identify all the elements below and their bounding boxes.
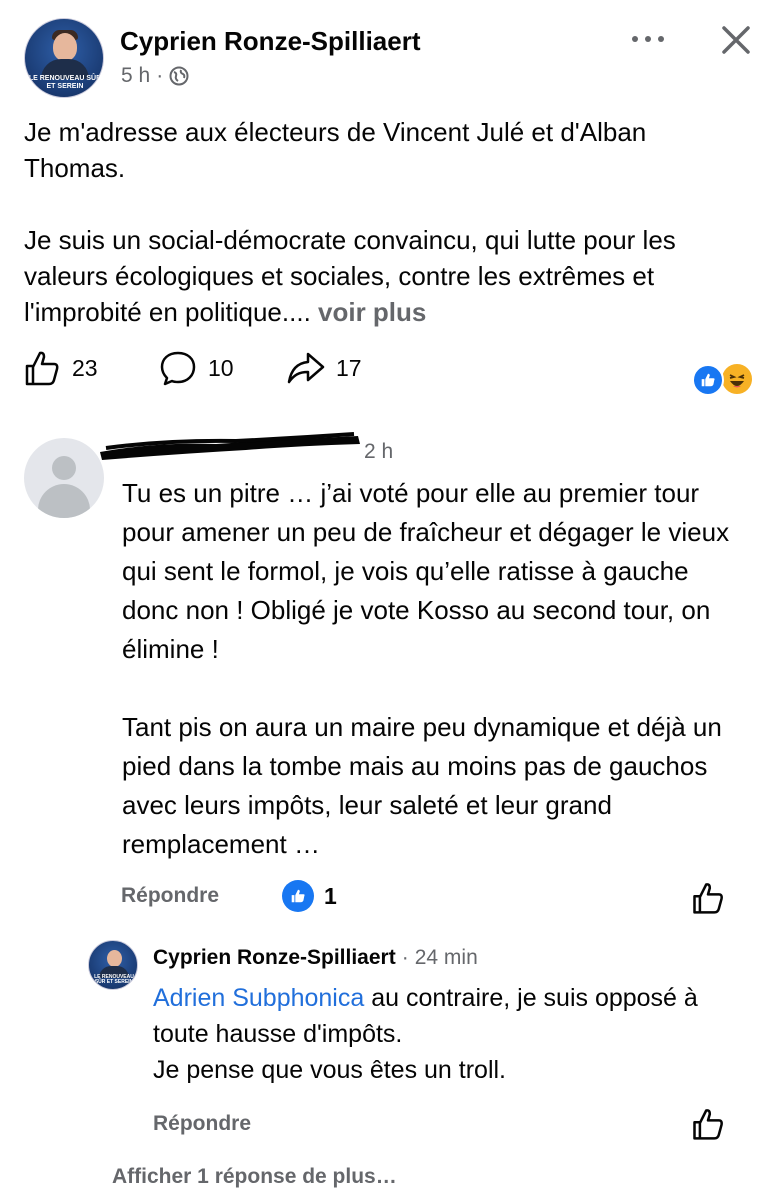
comment-like-count: 1 (324, 882, 337, 909)
avatar-body (38, 484, 90, 518)
like-reaction-icon (692, 364, 724, 396)
post-time[interactable]: 5 h (121, 64, 150, 88)
post-header: LE RENOUVEAU SÛR ET SEREIN Cyprien Ronze… (0, 0, 776, 110)
comment-body: Tu es un pitre … j’ai voté pour elle au … (122, 474, 752, 864)
reply-author-avatar[interactable]: LE RENOUVEAU SÛR ET SEREIN (88, 940, 138, 990)
comment-paragraph-1: Tu es un pitre … j’ai voté pour elle au … (122, 478, 730, 664)
reply-author-name[interactable]: Cyprien Ronze-Spilliaert (153, 946, 396, 970)
globe-icon (169, 66, 189, 86)
haha-reaction-icon (720, 362, 754, 396)
commenter-avatar[interactable] (24, 438, 104, 518)
like-count: 23 (72, 354, 98, 381)
comment-count: 10 (208, 354, 234, 381)
comment-like-icon[interactable] (690, 880, 726, 916)
see-more-link[interactable]: voir plus (318, 297, 426, 327)
reaction-summary[interactable] (692, 362, 758, 398)
post-meta: 5 h · (121, 64, 189, 88)
comment-time[interactable]: 2 h (364, 440, 393, 464)
post-actions: 23 10 17 (22, 348, 762, 398)
share-button[interactable]: 17 (286, 348, 362, 388)
share-count: 17 (336, 354, 362, 381)
reply-body: Adrien Subphonica au contraire, je suis … (153, 980, 753, 1088)
like-button[interactable]: 23 (22, 348, 98, 388)
reply-header: Cyprien Ronze-Spilliaert · 24 min (153, 946, 478, 970)
like-reaction-icon (282, 880, 314, 912)
avatar-face (107, 950, 122, 967)
comment-bubble-icon (160, 351, 196, 386)
more-dots-icon[interactable] (628, 26, 668, 52)
author-avatar[interactable]: LE RENOUVEAU SÛR ET SEREIN (24, 18, 104, 98)
show-more-replies-link[interactable]: Afficher 1 réponse de plus… (112, 1165, 397, 1189)
share-arrow-icon (287, 352, 325, 384)
reply-like-icon[interactable] (690, 1106, 726, 1142)
post-body: Je m'adresse aux électeurs de Vincent Ju… (24, 114, 754, 330)
thumbs-up-icon (25, 351, 59, 386)
post-paragraph-1: Je m'adresse aux électeurs de Vincent Ju… (24, 117, 647, 183)
close-icon[interactable] (716, 20, 756, 60)
reply-text-line-2: Je pense que vous êtes un troll. (153, 1056, 507, 1084)
comment-paragraph-2: Tant pis on aura un maire peu dynamique … (122, 712, 722, 859)
comment-button[interactable]: 10 (158, 348, 234, 388)
avatar-head (52, 456, 76, 480)
reply-time[interactable]: 24 min (415, 946, 478, 970)
post-paragraph-2: Je suis un social-démocrate convaincu, q… (24, 222, 754, 330)
meta-separator: · (156, 64, 164, 87)
reply-separator: · (401, 946, 409, 969)
comment-reaction-summary[interactable]: 1 (282, 880, 337, 912)
mention-link[interactable]: Adrien Subphonica (153, 984, 364, 1012)
avatar-slogan: LE RENOUVEAU SÛR ET SEREIN (94, 974, 134, 985)
avatar-slogan: LE RENOUVEAU SÛR ET SEREIN (28, 75, 102, 90)
author-name[interactable]: Cyprien Ronze-Spilliaert (120, 26, 421, 57)
avatar-face (53, 33, 77, 61)
redacted-name (100, 432, 360, 460)
comment-reply-button[interactable]: Répondre (121, 884, 219, 908)
reply-reply-button[interactable]: Répondre (153, 1112, 251, 1136)
